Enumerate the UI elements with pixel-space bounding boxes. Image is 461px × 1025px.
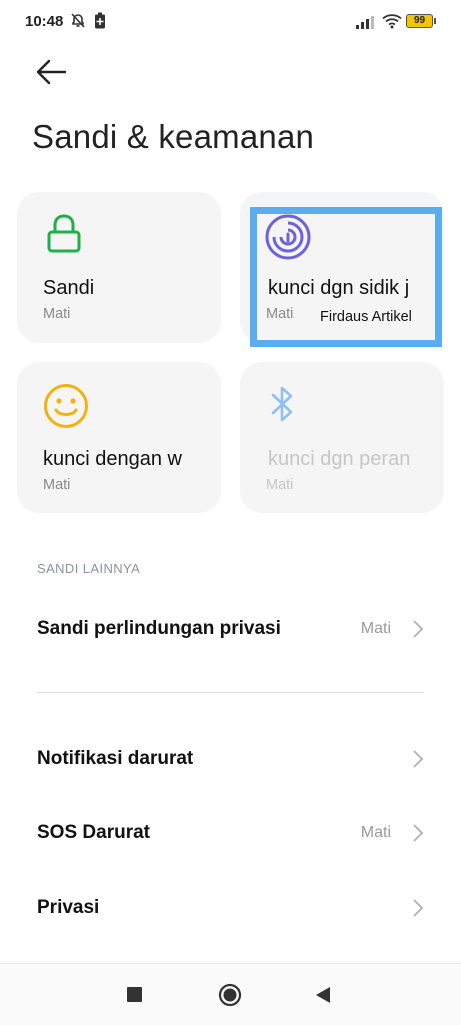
chevron-right-icon	[413, 824, 424, 842]
lock-icon	[47, 214, 81, 253]
card-status: Mati	[43, 477, 71, 493]
row-label: SOS Darurat	[37, 822, 150, 843]
divider	[37, 692, 424, 693]
navigation-bar	[0, 963, 461, 1025]
watermark-text: Firdaus Artikel	[320, 309, 412, 325]
row-label: Notifikasi darurat	[37, 748, 194, 769]
card-title: kunci dgn peran	[268, 448, 411, 470]
chevron-right-icon	[413, 620, 424, 638]
back-arrow-icon[interactable]	[34, 56, 70, 88]
signal-icon	[356, 16, 374, 29]
page-title: Sandi & keamanan	[32, 118, 315, 155]
row-privacy[interactable]: Privasi	[0, 878, 461, 938]
alarm-off-icon	[71, 13, 85, 28]
battery-tip	[434, 18, 436, 24]
status-time: 10:48	[25, 13, 64, 30]
section-label: SANDI LAINNYA	[37, 561, 141, 576]
bluetooth-icon	[271, 386, 293, 422]
card-title: Sandi	[43, 277, 95, 299]
text-fade	[418, 362, 444, 513]
recents-square-icon[interactable]	[127, 987, 142, 1002]
battery-level: 99	[413, 15, 426, 26]
row-sos[interactable]: SOS Darurat Mati	[0, 803, 461, 863]
battery-saver-icon	[95, 12, 105, 29]
chevron-right-icon	[413, 750, 424, 768]
row-label: Privasi	[37, 897, 100, 918]
card-title: kunci dengan w	[43, 448, 182, 470]
face-icon	[44, 384, 88, 428]
status-bar: 10:48 99	[0, 0, 461, 44]
row-value: Mati	[360, 824, 391, 841]
row-emergency-notification[interactable]: Notifikasi darurat	[0, 729, 461, 789]
back-triangle-icon[interactable]	[314, 985, 332, 1005]
row-value: Mati	[360, 620, 391, 637]
battery-icon: 99	[406, 14, 433, 28]
highlight-box	[250, 207, 442, 347]
row-privacy-password[interactable]: Sandi perlindungan privasi Mati	[0, 599, 461, 659]
card-face-unlock[interactable]: kunci dengan w Mati	[17, 362, 221, 513]
row-label: Sandi perlindungan privasi	[37, 618, 281, 639]
card-status: Mati	[43, 306, 71, 322]
home-circle-icon[interactable]	[218, 983, 242, 1007]
wifi-icon	[382, 14, 402, 29]
card-sandi[interactable]: Sandi Mati	[17, 192, 221, 343]
card-bluetooth-unlock[interactable]: kunci dgn peran Mati	[240, 362, 444, 513]
chevron-right-icon	[413, 899, 424, 917]
text-fade	[195, 362, 221, 513]
card-status: Mati	[266, 477, 294, 493]
